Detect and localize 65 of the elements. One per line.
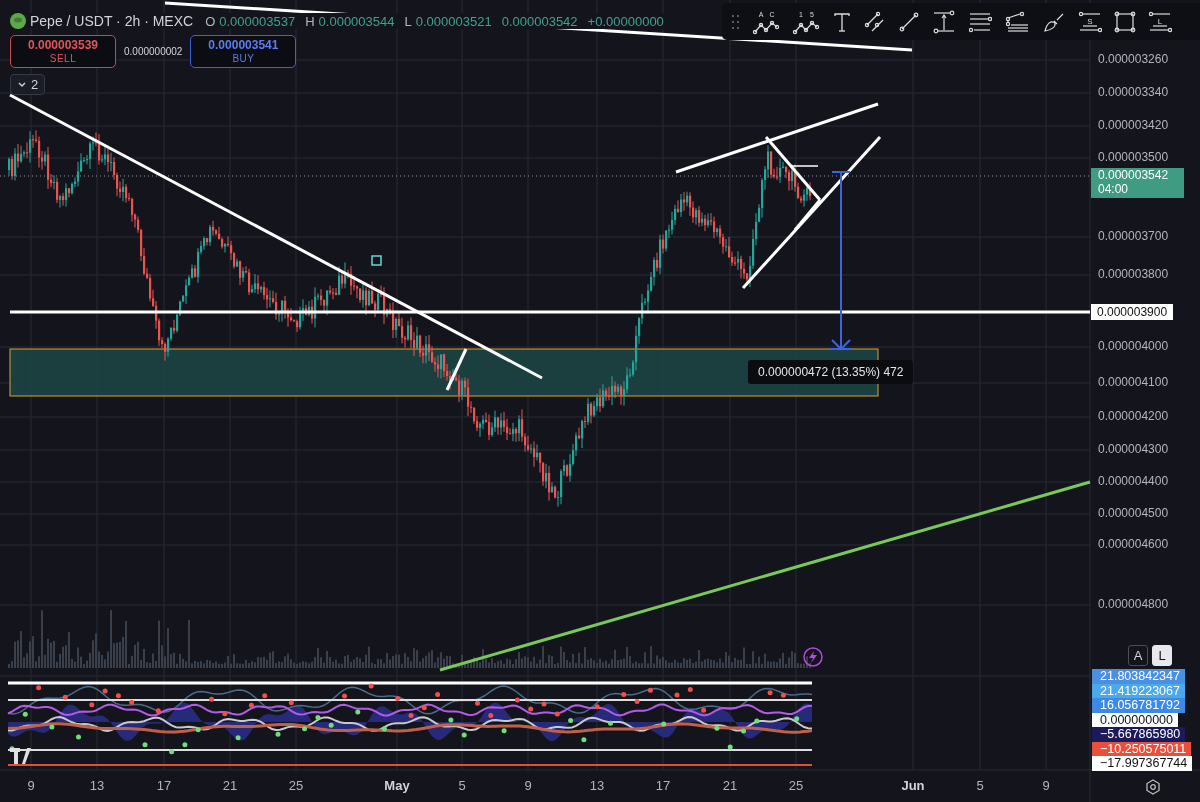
ohlc-label: L: [404, 13, 412, 29]
line-price-label: 0.000003900: [1091, 304, 1174, 320]
symbol-title: Pepe / USDT · 2h · MEXC: [30, 13, 194, 29]
ohlc-value: 0.000003537: [219, 13, 296, 29]
time-tick: 17: [654, 778, 672, 793]
logo-icon: [10, 748, 31, 764]
price-tick: 0.000003800: [1098, 267, 1169, 281]
price-tick: 0.000003500: [1098, 150, 1169, 164]
measure-label: 0.000000472 (13.35%) 472: [748, 360, 914, 384]
price-tick: 0.000003420: [1098, 118, 1169, 132]
ohlc-label: O: [205, 13, 216, 29]
price-tick: 0.000003260: [1098, 52, 1169, 66]
scale-button[interactable]: A: [1128, 645, 1148, 666]
price-tick: 0.000004600: [1098, 537, 1169, 551]
indicator-value: −17.997367744: [1092, 756, 1193, 771]
trend-line-tool-icon[interactable]: [898, 10, 920, 33]
price-tick: 0.000004400: [1098, 474, 1169, 488]
time-tick: Jun: [900, 778, 926, 793]
price-tick: 0.000004500: [1098, 506, 1169, 520]
time-tick: 9: [523, 778, 533, 793]
spread-value: 0.000000002: [124, 46, 183, 58]
indicators-toggle[interactable]: 2: [10, 74, 46, 96]
time-tick: 25: [287, 778, 305, 793]
time-tick: 25: [787, 778, 805, 793]
ohlc-value: 0.000003544: [318, 13, 395, 29]
fibonacci-tool-icon[interactable]: [1004, 9, 1030, 34]
time-tick: 9: [1041, 778, 1051, 793]
time-tick: 5: [457, 778, 467, 793]
time-tick: 13: [588, 778, 606, 793]
marker-square: [371, 255, 382, 266]
lightning-icon[interactable]: [803, 647, 823, 667]
scale-button[interactable]: L: [1152, 645, 1172, 666]
ohlc-value: 0.000003542: [501, 13, 578, 29]
time-tick: 21: [721, 778, 739, 793]
indicator-value: 21.803842347: [1092, 669, 1185, 684]
ohlc-label: H: [305, 13, 315, 29]
measure-tool-icon[interactable]: [932, 9, 956, 34]
channel-tool-icon[interactable]: [864, 10, 886, 33]
price-tick: 0.000004000: [1098, 339, 1169, 353]
indicator-value: 16.056781792: [1092, 698, 1185, 713]
price-tick: 0.000003340: [1098, 85, 1169, 99]
time-tick: 13: [88, 778, 106, 793]
countdown-value: 04:00: [1098, 182, 1130, 197]
text-tool-icon[interactable]: [832, 10, 852, 33]
time-tick: May: [383, 778, 411, 793]
time-tick: 21: [221, 778, 239, 793]
settings-icon[interactable]: [1145, 779, 1161, 795]
price-tick: 0.000004200: [1098, 409, 1169, 423]
buy-button[interactable]: 0.000003541 BUY: [190, 35, 297, 69]
sell-button[interactable]: 0.000003539 SELL: [10, 35, 116, 69]
change-value: +0.00000000: [587, 13, 664, 29]
time-tick: 9: [26, 778, 36, 793]
time-tick: 17: [155, 778, 173, 793]
chevron-icon: [17, 79, 27, 90]
horizontal-lines-tool-icon[interactable]: [968, 10, 992, 33]
price-tick: 0.000004100: [1098, 375, 1169, 389]
last-price-value: 0.000003542: [1098, 169, 1170, 183]
price-tick: 0.000004300: [1098, 442, 1169, 456]
indicator-value: −5.667865980: [1092, 727, 1186, 742]
ohlc-value: 0.000003521: [415, 13, 492, 29]
time-tick: 5: [975, 778, 985, 793]
price-tick: 0.000003700: [1098, 229, 1169, 243]
price-tick: 0.000004800: [1098, 597, 1169, 611]
rectangle-tool-icon[interactable]: [1114, 10, 1136, 33]
coin-icon: [10, 13, 26, 29]
